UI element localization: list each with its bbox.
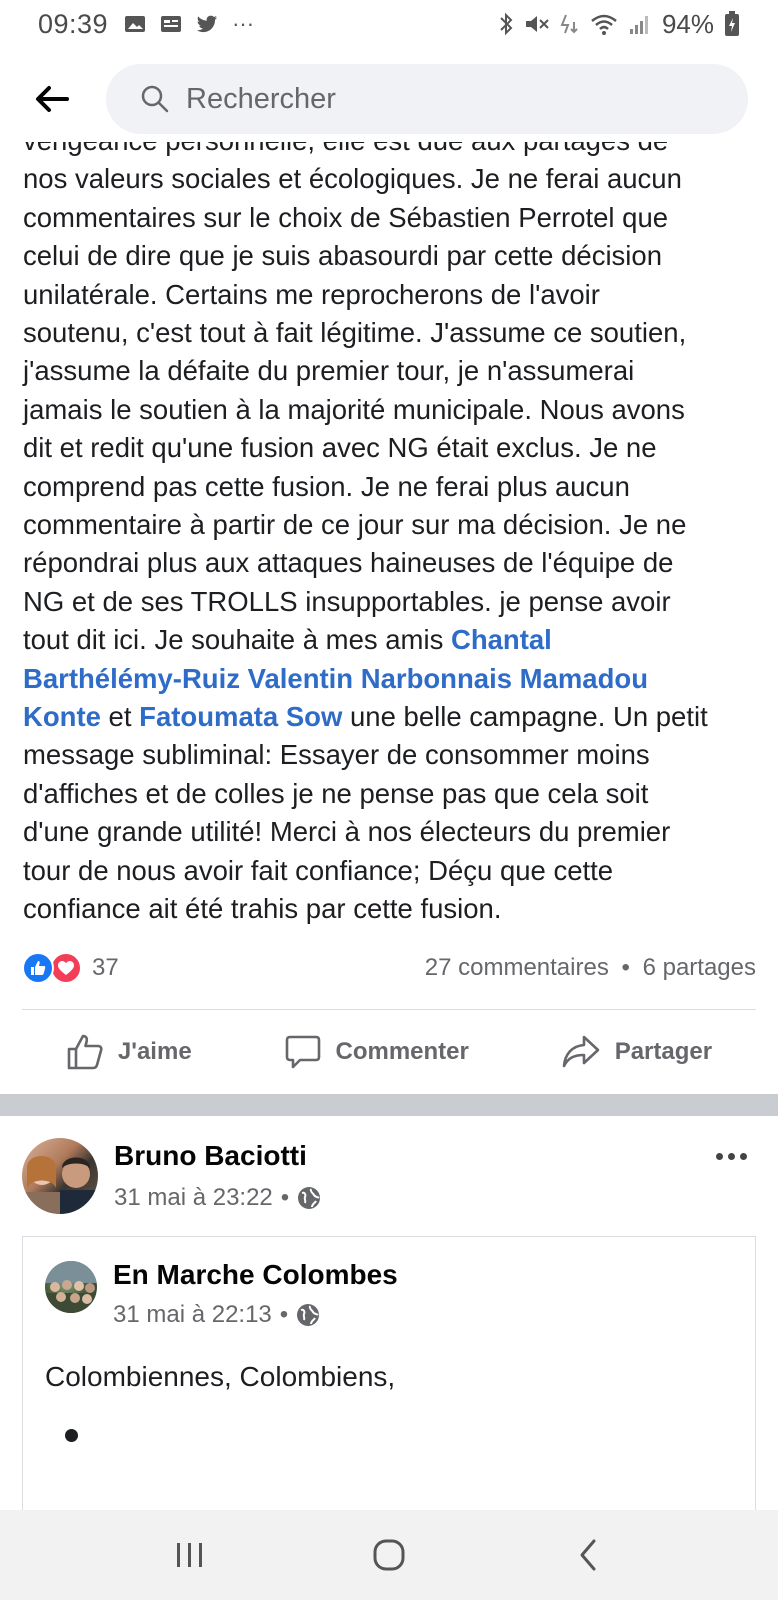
love-reaction-icon <box>50 952 82 984</box>
thumbs-up-icon <box>67 1034 103 1070</box>
post-text-line: dit et redit qu'une fusion avec NG était… <box>23 432 657 464</box>
news-icon <box>161 16 182 32</box>
share-arrow-icon <box>562 1035 599 1068</box>
image-icon <box>125 16 146 32</box>
like-button[interactable]: J'aime <box>46 1027 212 1077</box>
post-text-line: d'une grande utilité! Merci à nos électe… <box>23 816 671 848</box>
post-text-tail: message subliminal: Essayer de consommer… <box>23 736 763 928</box>
comments-shares: 27 commentaires • 6 partages <box>425 954 756 982</box>
like-button-label: J'aime <box>117 1038 192 1065</box>
back-button[interactable] <box>22 69 82 129</box>
post-text-line: jamais le soutien à la majorité municipa… <box>23 393 685 425</box>
post-text-line: répondrai plus aux attaques haineuses de… <box>23 547 674 579</box>
post-text-line: comprend pas cette fusion. Je ne ferai p… <box>23 470 630 502</box>
battery-level: 94% <box>661 8 714 39</box>
shared-post-text: Colombiennes, Colombiens, <box>45 1361 396 1392</box>
post-text-line: tout dit ici. Je souhaite à mes amis Cha… <box>23 621 763 659</box>
post-text-line: nos valeurs sociales et écologiques. Je … <box>23 163 682 195</box>
post-text-segment: tout dit ici. Je souhaite à mes amis <box>23 624 451 656</box>
nav-back-button[interactable] <box>548 1525 628 1585</box>
status-left-icons: ··· <box>124 11 254 37</box>
back-arrow-icon <box>36 86 69 112</box>
status-time: 09:39 <box>38 8 109 39</box>
comment-bubble-icon <box>285 1035 320 1069</box>
wifi-icon <box>591 14 617 35</box>
post-text-line: tour de nous avoir fait confiance; Déçu … <box>23 854 614 886</box>
shared-post-meta: 31 mai à 22:13 • <box>113 1301 320 1329</box>
bluetooth-icon <box>500 12 513 36</box>
reaction-count[interactable]: 37 <box>92 954 119 982</box>
avatar[interactable] <box>22 1138 98 1214</box>
post-text-line: confiance ait été trahis par cette fusio… <box>23 893 502 925</box>
home-button[interactable] <box>349 1525 429 1585</box>
shared-post[interactable]: En Marche Colombes 31 mai à 22:13 • Colo… <box>22 1236 756 1516</box>
post-text-line: soutenu, c'est tout à fait légitime. J'a… <box>23 317 687 349</box>
mention-link[interactable]: Mamadou <box>520 663 648 694</box>
share-button[interactable]: Partager <box>541 1027 732 1077</box>
reaction-icons[interactable] <box>22 952 82 984</box>
meta-separator: • <box>280 1184 290 1211</box>
post-text-line: j'assume la défaite du premier tour, je … <box>23 355 635 387</box>
feed-separator <box>0 1094 778 1116</box>
post-text-line: d'affiches et de colles je ne pense pas … <box>23 777 649 809</box>
post-text-line: Konte et Fatoumata Sow une belle campagn… <box>23 698 763 736</box>
signal-icon <box>629 16 648 34</box>
post-text-line: message subliminal: Essayer de consommer… <box>23 739 650 771</box>
post-header: Bruno Baciotti 31 mai à 23:22 • <box>22 1138 756 1218</box>
share-button-label: Partager <box>614 1038 713 1065</box>
mention-link[interactable]: Valentin Narbonnais <box>248 663 512 694</box>
twitter-icon <box>196 15 218 33</box>
post-text-segment: une belle campagne. Un petit <box>342 701 708 733</box>
bullet-point <box>65 1429 78 1442</box>
more-dots-icon: ··· <box>232 11 255 36</box>
shares-count-link[interactable]: 6 partages <box>643 954 756 981</box>
recent-apps-button[interactable] <box>150 1525 230 1585</box>
post-text-segment: et <box>100 701 140 733</box>
shared-author-name[interactable]: En Marche Colombes <box>113 1259 398 1291</box>
more-options-icon[interactable] <box>706 1138 756 1174</box>
comment-button[interactable]: Commenter <box>264 1027 489 1077</box>
comments-count-link[interactable]: 27 commentaires <box>425 954 609 981</box>
like-reaction-icon <box>22 952 54 984</box>
mention-link[interactable]: Barthélémy-Ruiz <box>23 663 240 694</box>
shared-timestamp[interactable]: 31 mai à 22:13 <box>113 1301 272 1329</box>
post-timestamp[interactable]: 31 mai à 23:22 <box>114 1184 273 1212</box>
meta-separator: • <box>279 1301 289 1328</box>
mention-link[interactable]: Konte <box>23 701 101 732</box>
globe-icon <box>297 1304 320 1326</box>
back-icon <box>580 1539 596 1571</box>
post-text-line: commentaire à partir de ce jour sur ma d… <box>23 509 687 541</box>
post-text-line: celui de dire que je suis abasourdi par … <box>23 240 662 272</box>
status-right-icons: 94% <box>498 9 740 40</box>
search-icon <box>141 85 169 113</box>
post-text-line-clipped: vengeance personnelle, elle est due aux … <box>23 125 669 156</box>
post-text-line: Barthélémy-Ruiz Valentin Narbonnais Mama… <box>23 660 763 698</box>
post-text-lines: nos valeurs sociales et écologiques. Je … <box>23 160 763 621</box>
reactions-row: 37 27 commentaires • 6 partages <box>22 950 756 986</box>
system-nav-bar <box>0 1510 778 1600</box>
battery-icon <box>725 11 739 36</box>
post-text: vengeance personnelle, elle est due aux … <box>23 122 763 929</box>
divider <box>22 1009 756 1010</box>
mention-link[interactable]: Fatoumata Sow <box>139 701 342 732</box>
search-input[interactable] <box>186 82 686 116</box>
post-text-line: NG et de ses TROLLS insupportables. je p… <box>23 585 671 617</box>
status-bar: 09:39 ··· 94% <box>0 0 778 48</box>
mention-link[interactable]: Chantal <box>451 624 552 655</box>
data-icon <box>560 14 578 34</box>
post-meta: 31 mai à 23:22 • <box>114 1184 321 1212</box>
post-text-line: unilatérale. Certains me reprocherons de… <box>23 278 600 310</box>
meta-separator: • <box>621 954 630 981</box>
avatar[interactable] <box>45 1261 97 1313</box>
post-text-line: commentaires sur le choix de Sébastien P… <box>23 201 669 233</box>
globe-icon <box>298 1187 321 1209</box>
comment-button-label: Commenter <box>335 1038 469 1065</box>
mute-icon <box>525 16 549 32</box>
home-icon <box>373 1539 405 1571</box>
post-author-name[interactable]: Bruno Baciotti <box>114 1140 307 1172</box>
post-actions: J'aime Commenter Partager <box>0 1024 778 1080</box>
recent-apps-icon <box>176 1543 202 1567</box>
